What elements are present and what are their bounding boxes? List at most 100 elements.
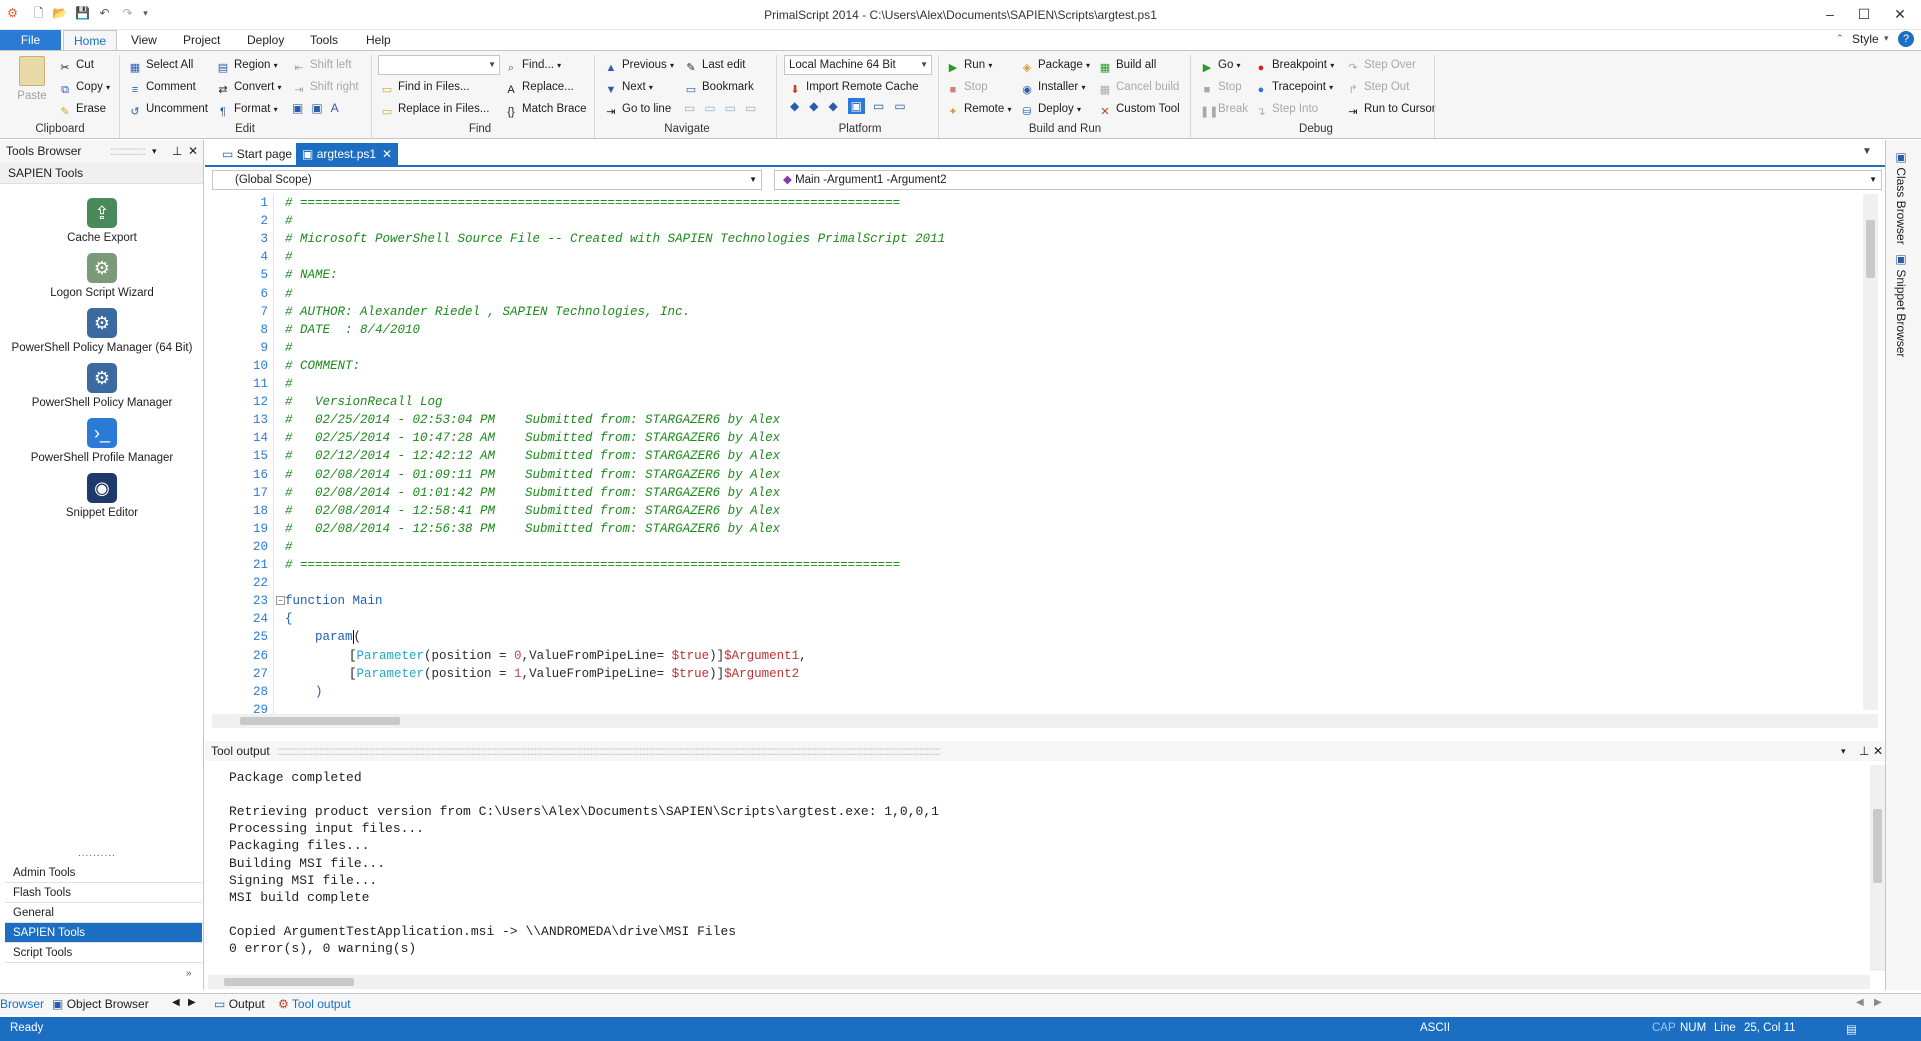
- tab-deploy[interactable]: Deploy: [237, 30, 294, 50]
- remote-button[interactable]: ✦ Remote ▾: [946, 99, 1011, 119]
- step-into-button[interactable]: ↴ Step Into: [1254, 99, 1318, 119]
- expand-categories-icon[interactable]: »: [186, 968, 192, 979]
- platform-icons[interactable]: ◆◆◆ ▣ ▭▭: [790, 98, 916, 114]
- close-button[interactable]: ✕: [1886, 4, 1914, 24]
- comment-button[interactable]: ≡ Comment: [128, 77, 196, 97]
- match-brace-button[interactable]: {} Match Brace: [504, 99, 586, 119]
- style-dropdown-icon[interactable]: ▾: [1884, 33, 1889, 44]
- copy-button[interactable]: ⧉ Copy ▾: [58, 77, 110, 97]
- doc-tabs-menu-icon[interactable]: ▼: [1862, 146, 1872, 157]
- tool-output-text[interactable]: Package completed Retrieving product vers…: [205, 761, 1885, 973]
- tab-help[interactable]: Help: [356, 30, 401, 50]
- scroll-thumb[interactable]: [1866, 220, 1875, 278]
- tab-argtest[interactable]: ▣ argtest.ps1 ✕: [296, 143, 398, 165]
- fold-toggle-icon[interactable]: −: [276, 596, 285, 606]
- go-to-line-button[interactable]: ⇥ Go to line: [604, 99, 671, 119]
- deploy-button[interactable]: ⛁ Deploy ▾: [1020, 99, 1081, 119]
- tab-project[interactable]: Project: [173, 30, 230, 50]
- tab-output[interactable]: ▭ Output: [214, 997, 265, 1011]
- go-button[interactable]: ▶ Go ▾: [1200, 55, 1241, 75]
- pin-icon[interactable]: ⊥: [1859, 741, 1869, 761]
- class-browser-tab[interactable]: ▣ Class Browser: [1894, 150, 1908, 245]
- editor-horizontal-scrollbar[interactable]: [212, 714, 1878, 728]
- panel-menu-icon[interactable]: ▾: [152, 140, 157, 162]
- pin-icon[interactable]: ⊥: [172, 140, 182, 162]
- minimize-button[interactable]: –: [1816, 4, 1844, 24]
- edit-extra-icons[interactable]: ▣▣A: [292, 101, 347, 115]
- splitter-grip[interactable]: ..........: [78, 848, 116, 859]
- run-button[interactable]: ▶ Run ▾: [946, 55, 993, 75]
- cancel-build-button[interactable]: ▦ Cancel build: [1098, 77, 1180, 97]
- format-button[interactable]: ¶ Format ▾: [216, 99, 278, 119]
- scroll-thumb[interactable]: [224, 978, 354, 986]
- category-sapien-tools[interactable]: SAPIEN Tools: [5, 923, 202, 943]
- category-admin-tools[interactable]: Admin Tools: [5, 863, 202, 883]
- style-menu[interactable]: Style: [1852, 32, 1879, 46]
- step-over-button[interactable]: ↷ Step Over: [1346, 55, 1415, 75]
- bottom-scroll-right-icon[interactable]: ▶: [1874, 997, 1882, 1008]
- collapse-icon[interactable]: ⌃: [1836, 33, 1844, 44]
- break-button[interactable]: ❚❚Break: [1200, 99, 1248, 119]
- breakpoint-button[interactable]: ● Breakpoint ▾: [1254, 55, 1335, 75]
- shift-right-button[interactable]: ⇥ Shift right: [292, 77, 358, 97]
- tool-snippet-editor[interactable]: ◉ Snippet Editor: [0, 473, 204, 528]
- select-all-button[interactable]: ▦ Select All: [128, 55, 194, 75]
- tracepoint-button[interactable]: ● Tracepoint ▾: [1254, 77, 1333, 97]
- tab-browser[interactable]: Browser: [0, 997, 44, 1011]
- step-out-button[interactable]: ↱ Step Out: [1346, 77, 1409, 97]
- replace-button[interactable]: A Replace...: [504, 77, 573, 97]
- tool-profile-manager[interactable]: ›_ PowerShell Profile Manager: [0, 418, 204, 473]
- tab-view[interactable]: View: [121, 30, 167, 50]
- erase-button[interactable]: ✎ Erase: [58, 99, 106, 119]
- panel-menu-icon[interactable]: ▾: [1841, 741, 1846, 761]
- tab-scroll-left-icon[interactable]: ◀: [172, 997, 180, 1008]
- bookmark-nav-icons[interactable]: ▭▭▭▭: [684, 101, 765, 115]
- help-icon[interactable]: ?: [1898, 31, 1914, 47]
- find-combo[interactable]: ▼: [378, 55, 500, 75]
- tool-policy-manager-64[interactable]: ⚙ PowerShell Policy Manager (64 Bit): [0, 308, 204, 363]
- convert-button[interactable]: ⇄ Convert ▾: [216, 77, 281, 97]
- previous-button[interactable]: ▲ Previous ▾: [604, 55, 674, 75]
- snippet-browser-tab[interactable]: ▣ Snippet Browser: [1894, 252, 1908, 357]
- installer-button[interactable]: ◉ Installer ▾: [1020, 77, 1085, 97]
- build-all-button[interactable]: ▦ Build all: [1098, 55, 1156, 75]
- package-button[interactable]: ◈ Package ▾: [1020, 55, 1090, 75]
- last-edit-button[interactable]: ✎ Last edit: [684, 55, 745, 75]
- stop-debug-button[interactable]: ■ Stop: [1200, 77, 1242, 97]
- custom-tool-button[interactable]: ✕ Custom Tool: [1098, 99, 1179, 119]
- tool-policy-manager[interactable]: ⚙ PowerShell Policy Manager: [0, 363, 204, 418]
- cut-button[interactable]: ✂ Cut: [58, 55, 94, 75]
- category-script-tools[interactable]: Script Tools: [5, 943, 202, 963]
- run-to-cursor-button[interactable]: ⇥ Run to Cursor: [1346, 99, 1435, 119]
- find-button[interactable]: ⌕ Find... ▾: [504, 55, 561, 75]
- panel-close-icon[interactable]: ✕: [1873, 741, 1883, 761]
- stop-build-button[interactable]: ■ Stop: [946, 77, 988, 97]
- shift-left-button[interactable]: ⇤ Shift left: [292, 55, 351, 75]
- tab-tools[interactable]: Tools: [300, 30, 348, 50]
- output-vertical-scrollbar[interactable]: [1870, 765, 1885, 971]
- category-flash-tools[interactable]: Flash Tools: [5, 883, 202, 903]
- code-editor[interactable]: 1 2 3 4 5 6 7 8 9 10 11 12 13 14 15 16 17 18 19 20 21 22 23 24 2…: [211, 194, 1875, 717]
- tab-start-page[interactable]: ▭ Start page: [216, 143, 298, 165]
- replace-in-files-button[interactable]: ▭ Replace in Files...: [380, 99, 490, 119]
- tool-cache-export[interactable]: ⇪ Cache Export: [0, 198, 204, 253]
- tool-logon-script-wizard[interactable]: ⚙ Logon Script Wizard: [0, 253, 204, 308]
- import-remote-cache-button[interactable]: ⬇ Import Remote Cache: [788, 77, 918, 97]
- bookmark-button[interactable]: ▭ Bookmark: [684, 77, 754, 97]
- panel-close-icon[interactable]: ✕: [188, 140, 198, 162]
- tab-close-icon[interactable]: ✕: [382, 143, 392, 165]
- region-button[interactable]: ▤ Region ▾: [216, 55, 278, 75]
- tab-object-browser[interactable]: ▣ Object Browser: [52, 997, 149, 1011]
- bottom-scroll-left-icon[interactable]: ◀: [1856, 997, 1864, 1008]
- scope-select[interactable]: (Global Scope) ▼: [212, 170, 762, 190]
- tab-file[interactable]: File: [0, 30, 61, 50]
- tab-scroll-right-icon[interactable]: ▶: [188, 997, 196, 1008]
- maximize-button[interactable]: ☐: [1850, 4, 1878, 24]
- tab-home[interactable]: Home: [63, 30, 118, 51]
- scroll-thumb[interactable]: [1873, 809, 1882, 883]
- paste-button[interactable]: Paste: [12, 56, 52, 106]
- find-in-files-button[interactable]: ▭ Find in Files...: [380, 77, 470, 97]
- function-select[interactable]: ◆ Main -Argument1 -Argument2 ▼: [774, 170, 1882, 190]
- scroll-thumb[interactable]: [240, 717, 400, 725]
- platform-select[interactable]: Local Machine 64 Bit ▼: [784, 55, 932, 75]
